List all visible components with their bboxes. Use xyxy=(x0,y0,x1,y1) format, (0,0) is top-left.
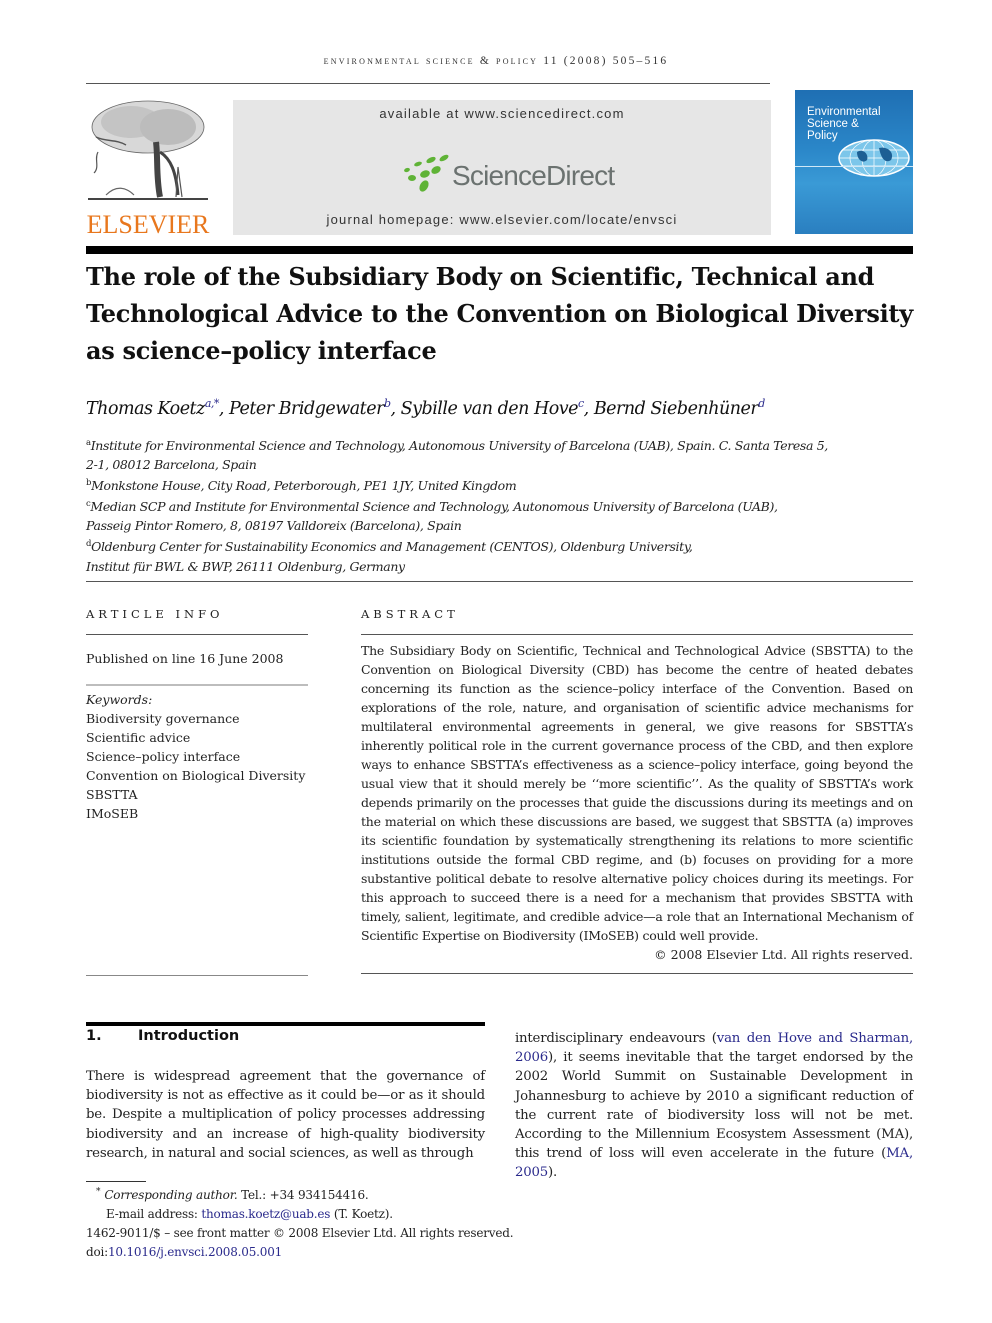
running-head-rule xyxy=(86,83,770,84)
keyword: Biodiversity governance xyxy=(86,711,240,726)
cover-title: Environmental Science & Policy xyxy=(807,106,881,142)
journal-homepage-link[interactable]: journal homepage: www.elsevier.com/locat… xyxy=(233,212,771,227)
affiliations-rule xyxy=(86,581,913,582)
affiliation: aInstitute for Environmental Science and… xyxy=(86,438,828,454)
author-list: Thomas Koetza,*, Peter Bridgewaterb, Syb… xyxy=(86,397,765,419)
keyword: Science–policy interface xyxy=(86,749,241,764)
section-rule xyxy=(86,1022,485,1026)
affiliation: bMonkstone House, City Road, Peterboroug… xyxy=(86,478,517,494)
keywords-label: Keywords: xyxy=(86,692,153,707)
available-at-link[interactable]: available at www.sciencedirect.com xyxy=(233,106,771,121)
keyword: IMoSEB xyxy=(86,806,139,821)
email-link[interactable]: thomas.koetz@uab.es xyxy=(201,1207,330,1221)
sciencedirect-logo-text: ScienceDirect xyxy=(452,160,615,191)
article-info-rule xyxy=(86,634,308,635)
elsevier-logo-text: ELSEVIER xyxy=(86,210,210,239)
article-title: The role of the Subsidiary Body on Scien… xyxy=(86,262,913,365)
article-info-bottom-rule xyxy=(86,975,308,976)
keyword: Convention on Biological Diversity xyxy=(86,768,306,783)
elsevier-tree-icon xyxy=(88,100,208,200)
keywords-block: Keywords: Biodiversity governance Scient… xyxy=(86,690,316,823)
footnotes: * Corresponding author. Tel.: +34 9341544… xyxy=(86,1183,586,1262)
author-name[interactable]: Thomas Koetz xyxy=(86,399,205,419)
author-affiliation-marker[interactable]: d xyxy=(758,397,765,410)
keyword: Scientific advice xyxy=(86,730,191,745)
affiliation-continued: 2-1, 08012 Barcelona, Spain xyxy=(86,457,257,473)
running-head: Environmental Science & Policy 11 (2008)… xyxy=(323,55,669,67)
author-name[interactable]: Sybille van den Hove xyxy=(401,399,579,419)
intro-column-2: interdisciplinary endeavours (van den Ho… xyxy=(515,1031,914,1181)
intro-column-1: There is widespread agreement that the g… xyxy=(86,1069,485,1161)
doi-note: doi:10.1016/j.envsci.2008.05.001 xyxy=(86,1245,283,1259)
footnote-rule xyxy=(86,1181,146,1182)
author-name[interactable]: Bernd Siebenhüner xyxy=(594,399,759,419)
keyword: SBSTTA xyxy=(86,787,138,802)
affiliations: aInstitute for Environmental Science and… xyxy=(86,434,916,576)
author-affiliation-marker[interactable]: a,* xyxy=(205,397,220,410)
front-matter-note: 1462-9011/$ – see front matter © 2008 El… xyxy=(86,1226,514,1240)
affiliation: cMedian SCP and Institute for Environmen… xyxy=(86,499,778,515)
article-info-heading: ARTICLE INFO xyxy=(86,607,224,621)
abstract-heading: ABSTRACT xyxy=(361,607,459,621)
abstract-rule xyxy=(361,634,913,635)
email-note: E-mail address: thomas.koetz@uab.es (T. … xyxy=(106,1207,393,1221)
doi-link[interactable]: 10.1016/j.envsci.2008.05.001 xyxy=(108,1245,282,1259)
journal-cover: Environmental Science & Policy xyxy=(795,90,913,234)
affiliation: dOldenburg Center for Sustainability Eco… xyxy=(86,539,693,555)
abstract-text: The Subsidiary Body on Scientific, Techn… xyxy=(361,643,913,943)
affiliation-continued: Passeig Pintor Romero, 8, 08197 Valldore… xyxy=(86,518,462,534)
globe-icon xyxy=(838,139,910,177)
affiliation-continued: Institut für BWL & BWP, 26111 Oldenburg,… xyxy=(86,558,405,574)
abstract-copyright: © 2008 Elsevier Ltd. All rights reserved… xyxy=(654,947,913,962)
corresponding-author-note: * Corresponding author. Tel.: +34 9341544… xyxy=(96,1187,369,1202)
author-name[interactable]: Peter Bridgewater xyxy=(229,399,384,419)
article-info-divider xyxy=(86,684,308,686)
cover-line xyxy=(795,166,913,167)
section-heading: 1. Introduction xyxy=(86,1028,240,1044)
published-date: Published on line 16 June 2008 xyxy=(86,651,284,666)
header-rule xyxy=(86,246,913,254)
abstract-bottom-rule xyxy=(361,973,913,974)
